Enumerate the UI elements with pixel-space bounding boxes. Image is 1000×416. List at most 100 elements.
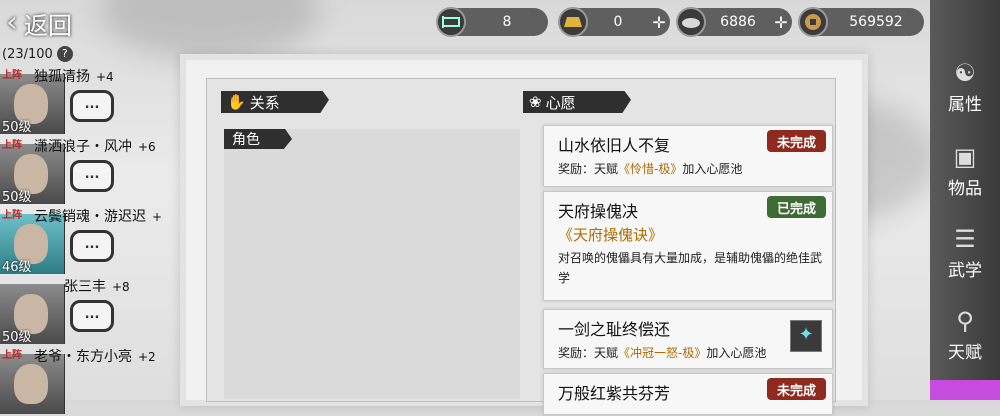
resource-value: 8	[502, 14, 512, 30]
character-name: 潇洒浪子・风冲 +6	[34, 136, 156, 156]
side-tab-bar: ☯ 属性 ▣ 物品 ☰ 武学 ⚲ 天赋	[930, 0, 1000, 400]
affinity-bonus: +6	[138, 140, 156, 154]
affinity-bonus: +	[152, 210, 163, 224]
wish-title: 一剑之耻终偿还	[558, 320, 671, 339]
reward-prefix: 奖励：天赋	[558, 346, 619, 360]
reward-item: 《冲冠一怒-极》	[618, 346, 707, 360]
tab-label: 物品	[948, 179, 982, 199]
roster-item-selected[interactable]: 上阵 云鬓销魂・游迟迟 + 46级 ...	[0, 206, 185, 276]
character-name: 独孤清扬 +4	[34, 66, 114, 86]
add-silver-button[interactable]: ✛	[770, 13, 792, 32]
wish-card[interactable]: 万般红紫共芬芳 未完成	[543, 373, 833, 415]
resource-coins: 569592	[798, 7, 924, 37]
lotus-icon: ❀	[529, 93, 542, 111]
attributes-icon: ☯	[954, 59, 976, 87]
wish-card[interactable]: 一剑之耻终偿还 ✦ 奖励：天赋《冲冠一怒-极》加入心愿池	[543, 309, 833, 369]
tab-label: 天赋	[948, 343, 982, 363]
roster-item[interactable]: 上阵 独孤清扬 +4 50级 ...	[0, 66, 185, 136]
wish-card[interactable]: 山水依旧人不复 未完成 奖励：天赋《怜惜-极》加入心愿池	[543, 125, 833, 187]
coin-icon	[798, 7, 828, 37]
pin-icon[interactable]: ✦	[790, 320, 822, 352]
wishes-title: 心愿	[545, 93, 576, 112]
roster-item[interactable]: 上阵 潇洒浪子・风冲 +6 50级 ...	[0, 136, 185, 206]
deployed-tag: 上阵	[2, 70, 22, 81]
character-level: 50级	[2, 330, 32, 345]
resource-value: 6886	[720, 14, 756, 30]
wishes-header: ❀ 心愿	[523, 91, 631, 113]
hand-icon: ✋	[227, 93, 246, 111]
tab-martial-arts[interactable]: ☰ 武学	[930, 216, 1000, 296]
tab-items[interactable]: ▣ 物品	[930, 134, 1000, 214]
items-icon: ▣	[953, 143, 977, 171]
wish-reward: 奖励：天赋《怜惜-极》加入心愿池	[558, 160, 742, 177]
character-name: 张三丰 +8	[64, 276, 130, 296]
wish-title: 山水依旧人不复	[558, 136, 671, 155]
deployed-tag: 上阵	[2, 140, 22, 151]
role-label: 角色	[232, 132, 260, 148]
roster-count: (23/100 ?	[2, 46, 73, 62]
relations-area: 角色	[224, 129, 520, 399]
wish-title: 天府操傀决	[558, 202, 639, 221]
wish-card[interactable]: 天府操傀决 已完成 《天府操傀诀》 对召唤的傀儡具有大量加成，是辅助傀儡的绝佳武…	[543, 191, 833, 301]
bed-icon	[436, 7, 466, 37]
resource-value: 569592	[849, 14, 903, 30]
wish-reward: 奖励：天赋《冲冠一怒-极》加入心愿池	[558, 344, 766, 361]
name-text: 老爷・东方小亮	[34, 349, 132, 365]
affinity-bonus: +4	[96, 70, 114, 84]
character-name: 老爷・东方小亮 +2	[34, 346, 156, 366]
reward-prefix: 奖励：天赋	[558, 162, 619, 176]
character-level: 46级	[2, 260, 32, 275]
reward-suffix: 加入心愿池	[682, 162, 743, 176]
panel-inner: ✋ 关系 ❀ 心愿 角色 山水依旧人不复 未完成 奖励：天赋《怜惜-极》加入心愿…	[206, 78, 836, 415]
chat-bubble-button[interactable]: ...	[70, 90, 114, 122]
role-label-tag: 角色	[224, 129, 292, 149]
help-icon[interactable]: ?	[56, 46, 73, 62]
reward-item: 《怜惜-极》	[618, 162, 683, 176]
chat-bubble-button[interactable]: ...	[70, 300, 114, 332]
main-panel: ✋ 关系 ❀ 心愿 角色 山水依旧人不复 未完成 奖励：天赋《怜惜-极》加入心愿…	[186, 60, 862, 415]
character-level: 50级	[2, 120, 32, 135]
affinity-bonus: +8	[112, 280, 130, 294]
talent-icon: ⚲	[956, 307, 974, 335]
tab-wishes-active[interactable]	[930, 380, 1000, 400]
character-level: 50级	[2, 190, 32, 205]
silver-ingot-icon	[676, 7, 706, 37]
chat-bubble-button[interactable]: ...	[70, 230, 114, 262]
resource-silver: 6886 ✛	[676, 7, 792, 37]
status-badge-incomplete: 未完成	[766, 130, 826, 152]
resource-value: 0	[613, 14, 623, 30]
reward-suffix: 加入心愿池	[706, 346, 767, 360]
name-text: 云鬓销魂・游迟迟	[34, 209, 146, 225]
resource-stamina: 8	[436, 7, 548, 37]
chevron-left-icon: ‹	[6, 5, 18, 40]
roster-item[interactable]: 上阵 老爷・东方小亮 +2	[0, 346, 185, 416]
character-name: 云鬓销魂・游迟迟 +	[34, 206, 162, 226]
martial-arts-icon: ☰	[954, 225, 976, 253]
tab-label: 属性	[948, 95, 982, 115]
status-badge-complete: 已完成	[766, 196, 826, 218]
name-text: 潇洒浪子・风冲	[34, 139, 132, 155]
resource-gold: 0 ✛	[558, 7, 670, 37]
character-roster: (23/100 ? 上阵 独孤清扬 +4 50级 ... 上阵 潇洒浪子・风冲 +6…	[0, 44, 185, 414]
back-button[interactable]: ‹ 返回	[6, 6, 72, 40]
affinity-bonus: +2	[138, 350, 156, 364]
add-gold-button[interactable]: ✛	[648, 13, 670, 32]
tab-label: 武学	[948, 261, 982, 281]
wish-book: 《天府操傀诀》	[558, 226, 664, 244]
tab-attributes[interactable]: ☯ 属性	[930, 50, 1000, 130]
gold-bar-icon	[558, 7, 588, 37]
avatar-face	[14, 364, 48, 404]
tab-talent[interactable]: ⚲ 天赋	[930, 298, 1000, 378]
relations-title: 关系	[249, 93, 280, 112]
deployed-tag: 上阵	[2, 210, 22, 221]
name-text: 张三丰	[64, 279, 106, 295]
roster-item[interactable]: 张三丰 +8 50级 ...	[0, 276, 185, 346]
roster-count-text: (23/100	[2, 46, 53, 62]
relations-header: ✋ 关系	[221, 91, 329, 113]
deployed-tag: 上阵	[2, 350, 22, 361]
wish-description: 对召唤的傀儡具有大量加成，是辅助傀儡的绝佳武学	[558, 251, 823, 285]
back-label: 返回	[24, 11, 72, 40]
status-badge-incomplete: 未完成	[766, 378, 826, 400]
chat-bubble-button[interactable]: ...	[70, 160, 114, 192]
name-text: 独孤清扬	[34, 69, 90, 85]
